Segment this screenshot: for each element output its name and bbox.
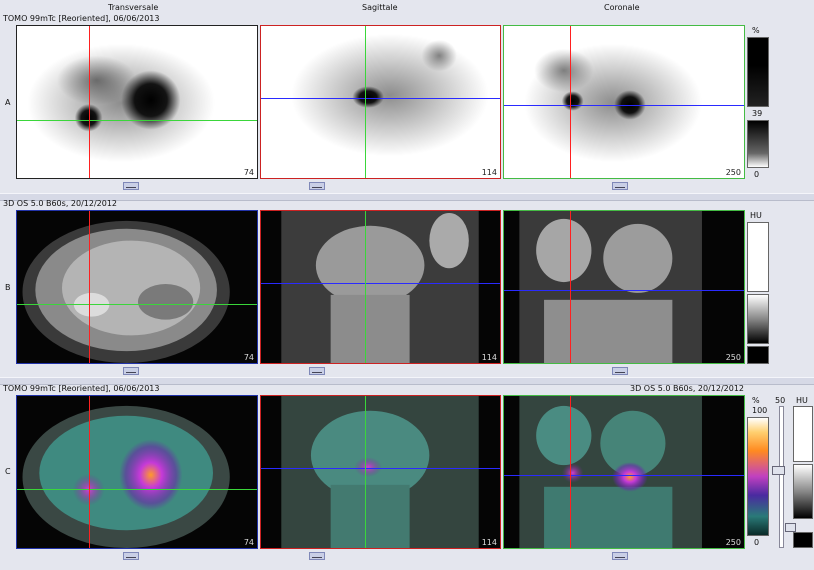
slice-number: 250 [725, 538, 741, 547]
row-b-title: 3D OS 5.0 B60s, 20/12/2012 [3, 199, 118, 208]
ct-transversal-image [22, 220, 230, 363]
view-a-sagittale[interactable]: 114 [260, 25, 501, 179]
view-a-coronale[interactable]: 250 [503, 25, 745, 179]
row-a-colorbar[interactable] [747, 120, 769, 168]
row-c-colorbar[interactable] [747, 417, 769, 536]
scroll-handle-transversale[interactable] [123, 552, 139, 560]
column-header-transversale: Transversale [108, 3, 159, 12]
crosshair-horizontal[interactable] [261, 98, 500, 99]
crosshair-horizontal[interactable] [17, 304, 257, 305]
row-a-label: A [5, 98, 11, 107]
blend-slider-handle[interactable] [772, 466, 785, 475]
crosshair-horizontal[interactable] [261, 283, 500, 284]
row-a-scale-max: 39 [752, 109, 763, 118]
fusion-sagittal-image [281, 396, 479, 548]
view-b-sagittale[interactable]: 114 [260, 210, 501, 364]
crosshair-vertical[interactable] [570, 26, 571, 178]
slice-number: 114 [481, 538, 497, 547]
row-b-colorbar-bottom[interactable] [747, 346, 769, 364]
view-b-coronale[interactable]: 250 [503, 210, 745, 364]
view-b-transversale[interactable]: 74 [16, 210, 258, 364]
slice-number: 74 [243, 538, 254, 547]
row-c-colorbar2-bottom[interactable] [793, 532, 813, 548]
row-b-label: B [5, 283, 11, 292]
crosshair-vertical[interactable] [570, 396, 571, 548]
view-a-transversale[interactable]: 74 [16, 25, 258, 179]
blend-slider-track[interactable] [779, 406, 784, 548]
slice-number: 250 [725, 168, 741, 177]
row-c-scale-min: 0 [754, 538, 760, 547]
row-c-title-right: 3D OS 5.0 B60s, 20/12/2012 [630, 384, 745, 393]
row-c-slider-label: 50 [775, 396, 786, 405]
fusion-coronal-image [519, 396, 702, 548]
crosshair-horizontal[interactable] [504, 105, 744, 106]
slice-number: 250 [725, 353, 741, 362]
crosshair-vertical[interactable] [89, 26, 90, 178]
row-a-colorbar-top[interactable] [747, 37, 769, 107]
crosshair-vertical[interactable] [89, 211, 90, 363]
scroll-handle-sagittale[interactable] [309, 182, 325, 190]
row-c-colorbar2-top[interactable] [793, 406, 813, 462]
ct-coronal-image [519, 211, 702, 363]
view-c-sagittale[interactable]: 114 [260, 395, 501, 549]
slice-number: 114 [481, 353, 497, 362]
crosshair-vertical[interactable] [365, 26, 366, 178]
slice-number: 114 [481, 168, 497, 177]
scroll-handle-transversale[interactable] [123, 182, 139, 190]
scroll-handle-coronale[interactable] [612, 552, 628, 560]
crosshair-horizontal[interactable] [261, 468, 500, 469]
scroll-handle-sagittale[interactable] [309, 367, 325, 375]
spect-sagittal-image [291, 33, 489, 157]
column-header-sagittale: Sagittale [362, 3, 398, 12]
row-c-colorbar2[interactable] [793, 464, 813, 519]
crosshair-vertical[interactable] [570, 211, 571, 363]
crosshair-vertical[interactable] [365, 211, 366, 363]
scroll-handle-coronale[interactable] [612, 182, 628, 190]
crosshair-horizontal[interactable] [17, 489, 257, 490]
row-divider [0, 193, 814, 201]
slice-number: 74 [243, 168, 254, 177]
row-a-scale-unit: % [752, 26, 760, 35]
crosshair-vertical[interactable] [365, 396, 366, 548]
hu-slider-handle[interactable] [785, 523, 796, 532]
row-c-label: C [5, 467, 11, 476]
crosshair-horizontal[interactable] [504, 290, 744, 291]
crosshair-vertical[interactable] [89, 396, 90, 548]
row-c-title: TOMO 99mTc [Reoriented], 06/06/2013 [3, 384, 160, 393]
crosshair-horizontal[interactable] [504, 475, 744, 476]
view-c-coronale[interactable]: 250 [503, 395, 745, 549]
row-c-scale-max: 100 [752, 406, 768, 415]
row-b-scale-unit: HU [750, 211, 762, 220]
row-a-title: TOMO 99mTc [Reoriented], 06/06/2013 [3, 14, 160, 23]
view-c-transversale[interactable]: 74 [16, 395, 258, 549]
spect-transversal-image [27, 43, 215, 163]
row-c-scale-unit: % [752, 396, 760, 405]
ct-sagittal-image [281, 211, 479, 363]
slice-number: 74 [243, 353, 254, 362]
spect-coronal-image [524, 43, 702, 163]
scroll-handle-transversale[interactable] [123, 367, 139, 375]
scroll-handle-sagittale[interactable] [309, 552, 325, 560]
column-header-coronale: Coronale [604, 3, 640, 12]
scroll-handle-coronale[interactable] [612, 367, 628, 375]
row-b-colorbar[interactable] [747, 294, 769, 344]
row-b-colorbar-top[interactable] [747, 222, 769, 292]
crosshair-horizontal[interactable] [17, 120, 257, 121]
row-a-scale-min: 0 [754, 170, 760, 179]
row-c-scale2-unit: HU [796, 396, 808, 405]
fusion-transversal-image [22, 405, 230, 548]
